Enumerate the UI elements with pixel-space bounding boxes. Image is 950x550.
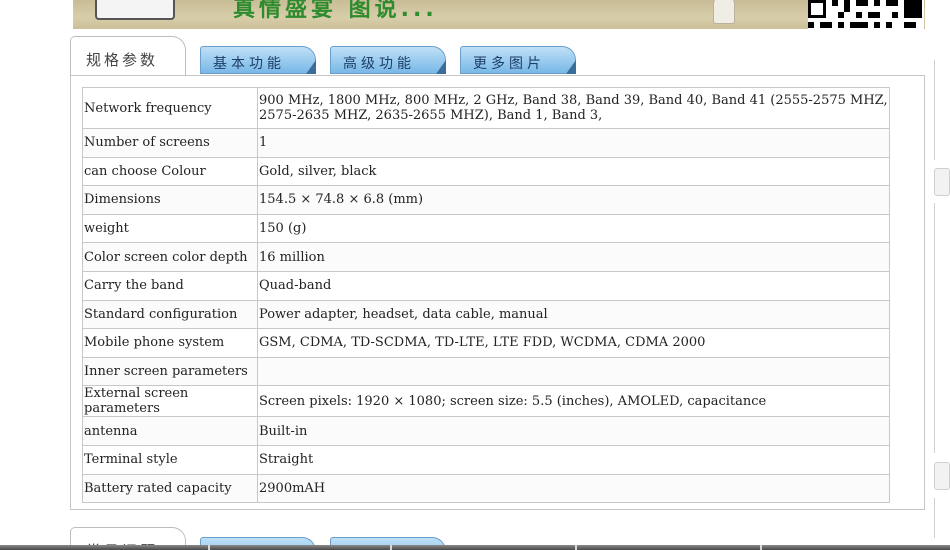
tab-specifications[interactable]: 规格参数 <box>70 36 186 76</box>
tab-label: 规格参数 <box>86 51 159 69</box>
table-row: Network frequency 900 MHz, 1800 MHz, 800… <box>82 87 890 129</box>
spec-label: Inner screen parameters <box>82 356 258 387</box>
tab-label: 高级功能 <box>343 56 415 72</box>
table-row: External screen parameters Screen pixels… <box>82 385 890 418</box>
tab-more-pictures[interactable]: 更多图片 <box>460 46 576 74</box>
spec-value: Screen pixels: 1920 × 1080; screen size:… <box>257 385 890 418</box>
table-row: Number of screens 1 <box>82 128 890 158</box>
spec-value: GSM, CDMA, TD-SCDMA, TD-LTE, LTE FDD, WC… <box>257 328 890 358</box>
spec-label: Number of screens <box>82 128 258 158</box>
spec-label: Mobile phone system <box>82 328 258 358</box>
spec-value: Gold, silver, black <box>257 156 890 187</box>
spec-value: Straight <box>257 444 890 475</box>
bottom-taskbar <box>0 545 950 550</box>
table-row: Standard configuration Power adapter, he… <box>82 299 890 330</box>
spec-value: Power adapter, headset, data cable, manu… <box>257 299 890 330</box>
spec-label: weight <box>82 213 258 244</box>
tab-advanced-functions[interactable]: 高级功能 <box>330 46 446 74</box>
banner-figure-icon <box>713 0 735 24</box>
spec-value: Quad-band <box>257 270 890 301</box>
spec-value: 16 million <box>257 242 890 272</box>
spec-label: Carry the band <box>82 270 258 301</box>
table-row: Mobile phone system GSM, CDMA, TD-SCDMA,… <box>82 328 890 358</box>
spec-table: Network frequency 900 MHz, 1800 MHz, 800… <box>82 87 890 504</box>
spec-label: Standard configuration <box>82 299 258 330</box>
spec-value: 1 <box>257 128 890 158</box>
table-row: Dimensions 154.5 × 74.8 × 6.8 (mm) <box>82 185 890 215</box>
right-side-rail <box>934 60 950 540</box>
table-row: Color screen color depth 16 million <box>82 242 890 272</box>
top-banner: 真情盛宴 图说... <box>73 0 925 29</box>
spec-label: can choose Colour <box>82 156 258 187</box>
tab-label: 基本功能 <box>213 56 285 72</box>
table-row: antenna Built-in <box>82 416 890 446</box>
qr-code-icon <box>808 0 924 29</box>
tab-basic-functions[interactable]: 基本功能 <box>200 46 316 74</box>
spec-label: Terminal style <box>82 444 258 475</box>
spec-label: antenna <box>82 416 258 446</box>
table-row: weight 150 (g) <box>82 213 890 244</box>
table-row: can choose Colour Gold, silver, black <box>82 156 890 187</box>
spec-label: Battery rated capacity <box>82 473 258 504</box>
spec-panel: Network frequency 900 MHz, 1800 MHz, 800… <box>70 75 925 510</box>
banner-laptop-icon <box>95 0 175 20</box>
table-row: Battery rated capacity 2900mAH <box>82 473 890 504</box>
spec-label: External screen parameters <box>82 385 258 418</box>
spec-value: Built-in <box>257 416 890 446</box>
spec-label: Network frequency <box>82 87 258 129</box>
spec-tabbar: 规格参数 基本功能 高级功能 更多图片 <box>70 36 925 76</box>
spec-value: 900 MHz, 1800 MHz, 800 MHz, 2 GHz, Band … <box>257 87 890 129</box>
spec-label: Color screen color depth <box>82 242 258 272</box>
spec-label: Dimensions <box>82 185 258 215</box>
spec-value <box>257 356 890 387</box>
table-row: Inner screen parameters <box>82 356 890 387</box>
table-row: Terminal style Straight <box>82 444 890 475</box>
banner-slogan: 真情盛宴 图说... <box>233 0 438 22</box>
spec-value: 150 (g) <box>257 213 890 244</box>
table-row: Carry the band Quad-band <box>82 270 890 301</box>
spec-value: 2900mAH <box>257 473 890 504</box>
spec-value: 154.5 × 74.8 × 6.8 (mm) <box>257 185 890 215</box>
tab-label: 更多图片 <box>473 56 545 72</box>
